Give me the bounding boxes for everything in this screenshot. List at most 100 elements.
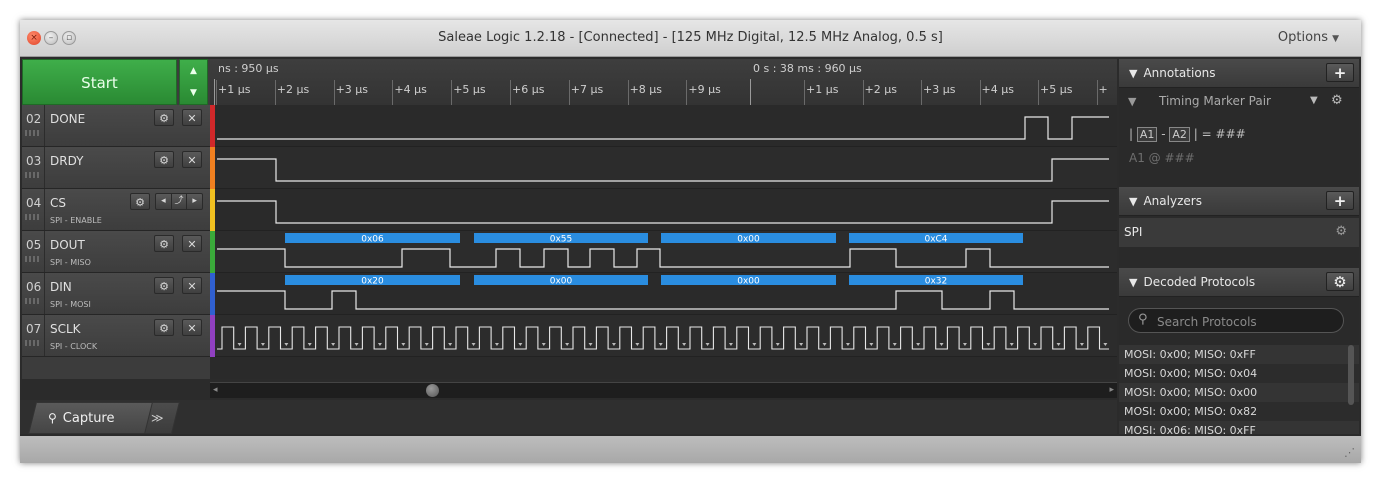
gear-icon[interactable]: ⚙ xyxy=(154,235,174,252)
tab-capture[interactable]: ⚲ Capture xyxy=(48,402,115,435)
channel-row[interactable]: 02 DONE ⚙ ✕ xyxy=(22,105,210,147)
drag-handle-icon[interactable] xyxy=(25,298,41,304)
channel-name[interactable]: DIN xyxy=(50,280,72,294)
channel-color-bar xyxy=(210,231,215,273)
channel-subtitle: SPI - ENABLE xyxy=(50,216,102,225)
decoded-header[interactable]: ▼ Decoded Protocols ⚙ xyxy=(1119,268,1359,297)
channel-subtitle: SPI - MOSI xyxy=(50,300,91,309)
drag-handle-icon[interactable] xyxy=(25,340,41,346)
marker-formula: | A1 - A2 | = ### xyxy=(1129,127,1246,142)
decoded-settings-button[interactable]: ⚙ xyxy=(1326,272,1354,291)
ruler-tick-line xyxy=(274,80,276,105)
gear-icon[interactable]: ⚙ xyxy=(154,151,174,168)
waveform-area[interactable]: ns : 950 µs 0 s : 38 ms : 960 µs +1 µs +2… xyxy=(210,59,1117,379)
decoded-item[interactable]: MOSI: 0x00; MISO: 0x82 xyxy=(1119,402,1359,421)
close-icon[interactable]: ✕ xyxy=(182,151,202,168)
ruler-tick-line xyxy=(686,80,688,105)
gear-icon[interactable]: ⚙ xyxy=(1331,93,1343,108)
start-options[interactable]: ▲ ▼ xyxy=(179,59,208,105)
trigger-next-icon[interactable]: ▸ xyxy=(187,194,202,209)
close-icon[interactable]: ✕ xyxy=(182,277,202,294)
collapse-icon[interactable]: ▼ xyxy=(1129,67,1137,80)
vertical-scrollbar[interactable] xyxy=(1348,345,1354,405)
gear-icon[interactable]: ⚙ xyxy=(154,319,174,336)
marker-a1[interactable]: A1 xyxy=(1136,127,1158,142)
timing-marker-row[interactable]: ▼ Timing Marker Pair ▼ ⚙ xyxy=(1119,89,1359,117)
channel-number: 06 xyxy=(26,280,42,294)
horizontal-scrollbar[interactable]: ◂ ▸ xyxy=(210,382,1117,398)
chevron-down-icon[interactable]: ▼ xyxy=(1310,95,1318,106)
ruler-tick: +6 µs xyxy=(512,83,545,96)
analyzer-spi[interactable]: SPI ⚙ xyxy=(1119,218,1359,247)
gear-icon[interactable]: ⚙ xyxy=(1335,224,1347,239)
decoded-item[interactable]: MOSI: 0x06; MISO: 0xFF xyxy=(1119,421,1359,434)
drag-handle-icon[interactable] xyxy=(25,172,41,178)
drag-handle-icon[interactable] xyxy=(25,214,41,220)
sidebar: ▼ Annotations + ▼ Timing Marker Pair ▼ ⚙ … xyxy=(1119,59,1359,434)
add-annotation-button[interactable]: + xyxy=(1326,63,1354,82)
add-analyzer-button[interactable]: + xyxy=(1326,191,1354,210)
decode-label: 0x00 xyxy=(550,277,573,287)
window-title: Saleae Logic 1.2.18 - [Connected] - [125… xyxy=(438,30,943,45)
gear-icon[interactable]: ⚙ xyxy=(154,109,174,126)
gear-icon[interactable]: ⚙ xyxy=(130,193,150,210)
trigger-selector[interactable]: ◂ ⤴ ▸ xyxy=(155,193,203,210)
search-input[interactable] xyxy=(1155,312,1339,331)
channel-name[interactable]: SCLK xyxy=(50,322,81,336)
tab-more[interactable]: ≫ xyxy=(151,402,164,434)
resize-grip-icon[interactable]: ⋰ xyxy=(1344,446,1355,459)
channel-row[interactable]: 04 CS SPI - ENABLE ⚙ ◂ ⤴ ▸ xyxy=(22,189,210,231)
channel-subtitle: SPI - CLOCK xyxy=(50,342,98,351)
marker-select[interactable]: Timing Marker Pair xyxy=(1159,94,1271,108)
collapse-icon[interactable]: ▼ xyxy=(1129,276,1137,289)
close-icon[interactable]: ✕ xyxy=(182,319,202,336)
drag-handle-icon[interactable] xyxy=(25,256,41,262)
channel-row[interactable]: 03 DRDY ⚙ ✕ xyxy=(22,147,210,189)
scroll-right-icon[interactable]: ▸ xyxy=(1109,385,1114,395)
time-ruler[interactable]: ns : 950 µs 0 s : 38 ms : 960 µs +1 µs +2… xyxy=(210,59,1117,106)
ruler-tick-line xyxy=(510,80,511,105)
ruler-major-line xyxy=(750,79,751,105)
marker-a2[interactable]: A2 xyxy=(1169,127,1190,142)
channel-row[interactable]: 06 DIN SPI - MOSI ⚙ ✕ xyxy=(22,273,210,315)
start-button[interactable]: Start xyxy=(22,59,177,105)
ruler-tick-line xyxy=(451,80,453,105)
close-icon[interactable]: ✕ xyxy=(182,235,202,252)
trigger-prev-icon[interactable]: ◂ xyxy=(156,194,172,209)
channel-color-bar xyxy=(210,105,215,147)
scroll-thumb[interactable] xyxy=(426,384,439,397)
channel-number: 05 xyxy=(26,238,42,252)
collapse-icon[interactable]: ▼ xyxy=(1129,195,1137,208)
ruler-right-label: 0 s : 38 ms : 960 µs xyxy=(753,62,862,75)
drag-handle-icon[interactable] xyxy=(25,130,41,136)
analyzer-name: SPI xyxy=(1124,225,1143,239)
ruler-tick: +9 µs xyxy=(688,83,721,96)
channel-name[interactable]: DRDY xyxy=(50,154,84,168)
ruler-tick: + xyxy=(1098,83,1108,96)
channel-name[interactable]: DONE xyxy=(50,112,85,126)
channel-row[interactable]: 05 DOUT SPI - MISO ⚙ ✕ xyxy=(22,231,210,273)
search-protocols[interactable]: ⚲ xyxy=(1128,308,1344,333)
close-icon[interactable]: ✕ xyxy=(182,109,202,126)
channel-name[interactable]: CS xyxy=(50,196,66,210)
arrow-up-icon[interactable]: ▲ xyxy=(180,60,207,82)
ruler-tick: +5 µs xyxy=(453,83,486,96)
decoded-list[interactable]: MOSI: 0x00; MISO: 0xFF MOSI: 0x00; MISO: … xyxy=(1119,345,1359,434)
ruler-tick: +1 µs xyxy=(806,83,839,96)
options-menu[interactable]: Options ▼ xyxy=(1278,20,1339,57)
channel-name[interactable]: DOUT xyxy=(50,238,85,252)
annotations-header[interactable]: ▼ Annotations + xyxy=(1119,59,1359,88)
scroll-left-icon[interactable]: ◂ xyxy=(213,385,218,395)
ruler-tick-line xyxy=(216,80,217,105)
channel-row[interactable]: 07 SCLK SPI - CLOCK ⚙ ✕ xyxy=(22,315,210,357)
analyzers-header[interactable]: ▼ Analyzers + xyxy=(1119,187,1359,216)
decoded-item[interactable]: MOSI: 0x00; MISO: 0xFF xyxy=(1119,345,1359,364)
arrow-down-icon[interactable]: ▼ xyxy=(180,82,207,104)
decoded-item[interactable]: MOSI: 0x00; MISO: 0x04 xyxy=(1119,364,1359,383)
ruler-tick-line xyxy=(921,80,922,105)
gear-icon[interactable]: ⚙ xyxy=(154,277,174,294)
waveforms[interactable]: 0x06 0x55 0x00 0xC4 0x20 0x00 0x00 0x32 xyxy=(210,105,1117,357)
trigger-edge-icon[interactable]: ⤴ xyxy=(172,194,188,209)
bottom-tabs: ⚲ Capture ≫ xyxy=(20,400,1117,434)
decoded-item[interactable]: MOSI: 0x00; MISO: 0x00 xyxy=(1119,383,1359,402)
